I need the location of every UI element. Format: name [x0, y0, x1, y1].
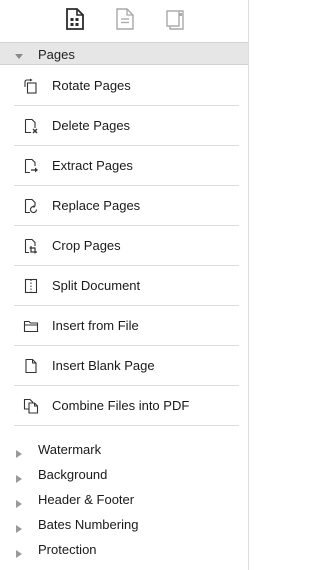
chevron-down-icon [14, 48, 24, 59]
insert-from-file-button[interactable]: Insert from File [0, 306, 248, 346]
panel-toolbar [0, 0, 248, 42]
pages-section-header[interactable]: Pages [0, 42, 248, 65]
split-document-button[interactable]: Split Document [0, 266, 248, 306]
divider [14, 425, 239, 426]
replace-pages-button[interactable]: Replace Pages [0, 186, 248, 226]
pages-section-label: Pages [38, 47, 75, 62]
tool-label: Replace Pages [52, 198, 141, 213]
pages-tool-list: Rotate Pages Delete Pages Extract Pages … [0, 66, 248, 426]
chevron-right-icon [16, 545, 22, 558]
chevron-right-icon [16, 470, 22, 483]
tool-label: Combine Files into PDF [52, 398, 190, 413]
bates-numbering-section[interactable]: Bates Numbering [0, 512, 248, 537]
tool-label: Extract Pages [52, 158, 133, 173]
extract-pages-icon [23, 158, 39, 174]
watermark-section[interactable]: Watermark [0, 437, 248, 462]
page-tools-panel: Pages Rotate Pages Delete Pages Extract … [0, 0, 249, 570]
tool-label: Split Document [52, 278, 141, 293]
tool-label: Rotate Pages [52, 78, 131, 93]
crop-pages-button[interactable]: Crop Pages [0, 226, 248, 266]
replace-pages-icon [23, 198, 39, 214]
delete-pages-button[interactable]: Delete Pages [0, 106, 248, 146]
insert-blank-page-button[interactable]: Insert Blank Page [0, 346, 248, 386]
tool-label: Crop Pages [52, 238, 121, 253]
split-document-icon [23, 278, 39, 294]
section-label: Protection [38, 542, 97, 557]
insert-blank-page-icon [23, 358, 39, 374]
delete-pages-icon [23, 118, 39, 134]
page-export-icon[interactable] [164, 7, 186, 31]
protection-section[interactable]: Protection [0, 537, 248, 562]
rotate-pages-icon [23, 78, 39, 94]
collapsed-sections: Watermark Background Header & Footer Bat… [0, 437, 248, 562]
insert-from-file-icon [23, 318, 39, 334]
combine-files-icon [23, 398, 39, 414]
tool-label: Delete Pages [52, 118, 131, 133]
chevron-right-icon [16, 520, 22, 533]
section-label: Bates Numbering [38, 517, 139, 532]
chevron-right-icon [16, 495, 22, 508]
chevron-right-icon [16, 445, 22, 458]
section-label: Header & Footer [38, 492, 135, 507]
section-label: Background [38, 467, 108, 482]
tool-label: Insert Blank Page [52, 358, 155, 373]
section-label: Watermark [38, 442, 102, 457]
background-section[interactable]: Background [0, 462, 248, 487]
tool-label: Insert from File [52, 318, 139, 333]
header-footer-section[interactable]: Header & Footer [0, 487, 248, 512]
rotate-pages-button[interactable]: Rotate Pages [0, 66, 248, 106]
combine-files-button[interactable]: Combine Files into PDF [0, 386, 248, 426]
extract-pages-button[interactable]: Extract Pages [0, 146, 248, 186]
page-tools-icon[interactable] [64, 7, 86, 31]
document-icon[interactable] [114, 7, 136, 31]
crop-pages-icon [23, 238, 39, 254]
